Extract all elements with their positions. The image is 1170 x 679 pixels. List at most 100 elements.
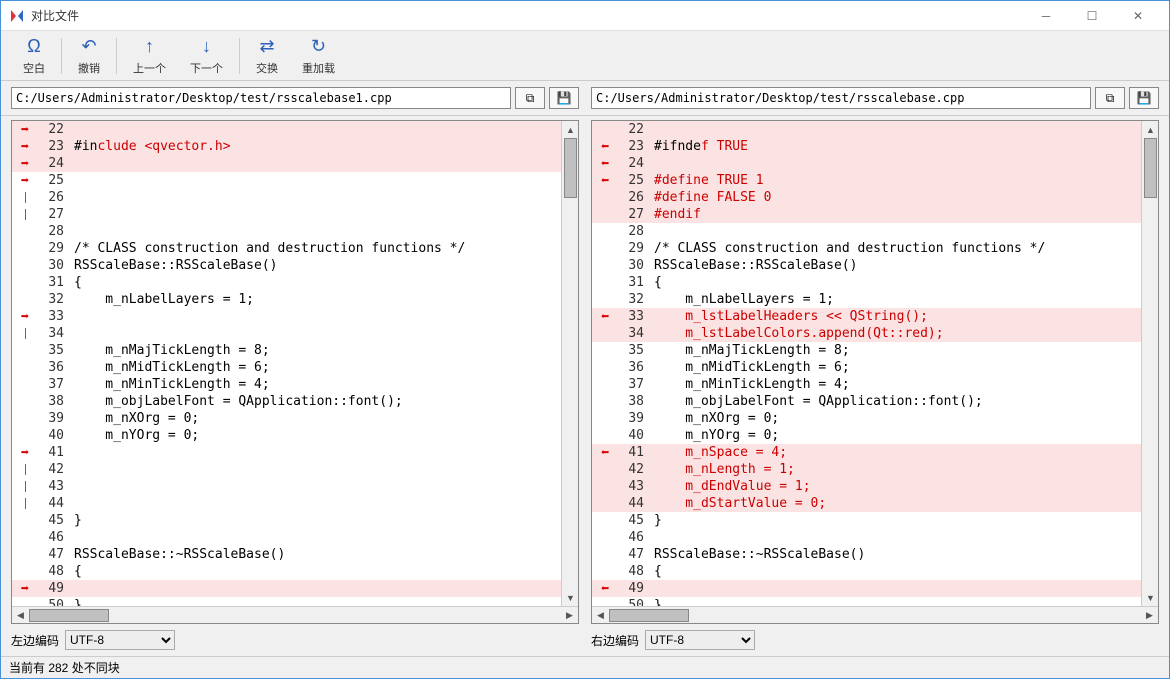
code-line[interactable]: 35 m_nMajTickLength = 8; bbox=[12, 342, 561, 359]
scroll-up-icon[interactable]: ▲ bbox=[562, 121, 579, 138]
right-vscrollbar[interactable]: ▲ ▼ bbox=[1141, 121, 1158, 606]
left-encoding-select[interactable]: UTF-8 bbox=[65, 630, 175, 650]
code-line[interactable]: 30RSScaleBase::RSScaleBase() bbox=[592, 257, 1141, 274]
code-line[interactable]: 42 m_nLength = 1; bbox=[592, 461, 1141, 478]
right-encoding-select[interactable]: UTF-8 bbox=[645, 630, 755, 650]
left-hscrollbar[interactable]: ◀ ▶ bbox=[12, 606, 578, 623]
close-button[interactable]: ✕ bbox=[1115, 1, 1161, 31]
code-line[interactable]: ➡24 bbox=[12, 155, 561, 172]
toolbar-separator bbox=[116, 38, 117, 74]
code-line[interactable]: 26 bbox=[12, 189, 561, 206]
code-line[interactable]: ⬅33 m_lstLabelHeaders << QString(); bbox=[592, 308, 1141, 325]
code-line[interactable]: ⬅49 bbox=[592, 580, 1141, 597]
minimize-button[interactable]: ─ bbox=[1023, 1, 1069, 31]
code-line[interactable]: 43 bbox=[12, 478, 561, 495]
code-line[interactable]: 31{ bbox=[592, 274, 1141, 291]
left-save-button[interactable]: 💾 bbox=[549, 87, 579, 109]
code-line[interactable]: 34 m_lstLabelColors.append(Qt::red); bbox=[592, 325, 1141, 342]
right-hscrollbar[interactable]: ◀ ▶ bbox=[592, 606, 1158, 623]
prev-button[interactable]: ↑上一个 bbox=[121, 34, 178, 78]
code-line[interactable]: 35 m_nMajTickLength = 8; bbox=[592, 342, 1141, 359]
code-line[interactable]: 36 m_nMidTickLength = 6; bbox=[12, 359, 561, 376]
left-code-view[interactable]: ➡22➡23#include <qvector.h>➡24➡2526272829… bbox=[12, 121, 578, 606]
code-line[interactable]: 37 m_nMinTickLength = 4; bbox=[592, 376, 1141, 393]
code-line[interactable]: 37 m_nMinTickLength = 4; bbox=[12, 376, 561, 393]
code-line[interactable]: 31{ bbox=[12, 274, 561, 291]
code-line[interactable]: 42 bbox=[12, 461, 561, 478]
scroll-up-icon[interactable]: ▲ bbox=[1142, 121, 1159, 138]
scroll-right-icon[interactable]: ▶ bbox=[561, 607, 578, 624]
blank-button[interactable]: Ω空白 bbox=[11, 34, 57, 78]
scroll-thumb[interactable] bbox=[609, 609, 689, 622]
code-line[interactable]: ➡23#include <qvector.h> bbox=[12, 138, 561, 155]
right-code-view[interactable]: 22⬅23#ifndef TRUE⬅24⬅25#define TRUE 126#… bbox=[592, 121, 1158, 606]
code-line[interactable]: 40 m_nYOrg = 0; bbox=[12, 427, 561, 444]
code-line[interactable]: 40 m_nYOrg = 0; bbox=[592, 427, 1141, 444]
diff-arrow-right-icon: ➡ bbox=[21, 173, 29, 189]
code-line[interactable]: ➡49 bbox=[12, 580, 561, 597]
code-line[interactable]: 36 m_nMidTickLength = 6; bbox=[592, 359, 1141, 376]
scroll-left-icon[interactable]: ◀ bbox=[592, 607, 609, 624]
code-line[interactable]: 38 m_objLabelFont = QApplication::font()… bbox=[12, 393, 561, 410]
scroll-right-icon[interactable]: ▶ bbox=[1141, 607, 1158, 624]
code-line[interactable]: 47RSScaleBase::~RSScaleBase() bbox=[592, 546, 1141, 563]
code-line[interactable]: 43 m_dEndValue = 1; bbox=[592, 478, 1141, 495]
code-line[interactable]: 32 m_nLabelLayers = 1; bbox=[12, 291, 561, 308]
code-line[interactable]: 28 bbox=[592, 223, 1141, 240]
code-line[interactable]: ⬅25#define TRUE 1 bbox=[592, 172, 1141, 189]
code-line[interactable]: 48{ bbox=[12, 563, 561, 580]
scroll-thumb[interactable] bbox=[1144, 138, 1157, 198]
statusbar: 当前有 282 处不同块 bbox=[1, 656, 1169, 678]
left-path-input[interactable] bbox=[11, 87, 511, 109]
scroll-thumb[interactable] bbox=[29, 609, 109, 622]
code-line[interactable]: 44 bbox=[12, 495, 561, 512]
code-line[interactable]: ⬅23#ifndef TRUE bbox=[592, 138, 1141, 155]
code-line[interactable]: 32 m_nLabelLayers = 1; bbox=[592, 291, 1141, 308]
code-line[interactable]: 46 bbox=[592, 529, 1141, 546]
right-copy-button[interactable]: ⧉ bbox=[1095, 87, 1125, 109]
left-copy-button[interactable]: ⧉ bbox=[515, 87, 545, 109]
code-line[interactable]: 44 m_dStartValue = 0; bbox=[592, 495, 1141, 512]
line-number: 41 bbox=[38, 445, 70, 460]
scroll-down-icon[interactable]: ▼ bbox=[1142, 589, 1159, 606]
code-line[interactable]: 39 m_nXOrg = 0; bbox=[592, 410, 1141, 427]
code-line[interactable]: 27#endif bbox=[592, 206, 1141, 223]
undo-button[interactable]: ↶撤销 bbox=[66, 34, 112, 78]
code-line[interactable]: 48{ bbox=[592, 563, 1141, 580]
code-line[interactable]: ➡25 bbox=[12, 172, 561, 189]
scroll-left-icon[interactable]: ◀ bbox=[12, 607, 29, 624]
code-line[interactable]: 29/* CLASS construction and destruction … bbox=[12, 240, 561, 257]
next-button[interactable]: ↓下一个 bbox=[178, 34, 235, 78]
code-line[interactable]: 38 m_objLabelFont = QApplication::font()… bbox=[592, 393, 1141, 410]
left-vscrollbar[interactable]: ▲ ▼ bbox=[561, 121, 578, 606]
reload-button[interactable]: ↻重加载 bbox=[290, 34, 347, 78]
code-content: m_lstLabelColors.append(Qt::red); bbox=[650, 326, 1141, 341]
code-line[interactable]: ⬅41 m_nSpace = 4; bbox=[592, 444, 1141, 461]
code-line[interactable]: 47RSScaleBase::~RSScaleBase() bbox=[12, 546, 561, 563]
code-line[interactable]: 46 bbox=[12, 529, 561, 546]
code-line[interactable]: 29/* CLASS construction and destruction … bbox=[592, 240, 1141, 257]
maximize-button[interactable]: ☐ bbox=[1069, 1, 1115, 31]
code-line[interactable]: 34 bbox=[12, 325, 561, 342]
right-path-input[interactable] bbox=[591, 87, 1091, 109]
code-line[interactable]: ➡22 bbox=[12, 121, 561, 138]
line-number: 50 bbox=[38, 598, 70, 606]
code-line[interactable]: 45} bbox=[592, 512, 1141, 529]
code-line[interactable]: ➡33 bbox=[12, 308, 561, 325]
code-line[interactable]: ➡41 bbox=[12, 444, 561, 461]
scroll-down-icon[interactable]: ▼ bbox=[562, 589, 579, 606]
code-line[interactable]: 30RSScaleBase::RSScaleBase() bbox=[12, 257, 561, 274]
code-line[interactable]: 27 bbox=[12, 206, 561, 223]
code-line[interactable]: 50} bbox=[12, 597, 561, 606]
code-line[interactable]: 22 bbox=[592, 121, 1141, 138]
right-save-button[interactable]: 💾 bbox=[1129, 87, 1159, 109]
code-line[interactable]: 50} bbox=[592, 597, 1141, 606]
code-line[interactable]: 28 bbox=[12, 223, 561, 240]
scroll-thumb[interactable] bbox=[564, 138, 577, 198]
swap-button[interactable]: ⇄交换 bbox=[244, 34, 290, 78]
code-content: RSScaleBase::RSScaleBase() bbox=[70, 258, 561, 273]
code-line[interactable]: 45} bbox=[12, 512, 561, 529]
code-line[interactable]: 39 m_nXOrg = 0; bbox=[12, 410, 561, 427]
code-line[interactable]: ⬅24 bbox=[592, 155, 1141, 172]
code-line[interactable]: 26#define FALSE 0 bbox=[592, 189, 1141, 206]
